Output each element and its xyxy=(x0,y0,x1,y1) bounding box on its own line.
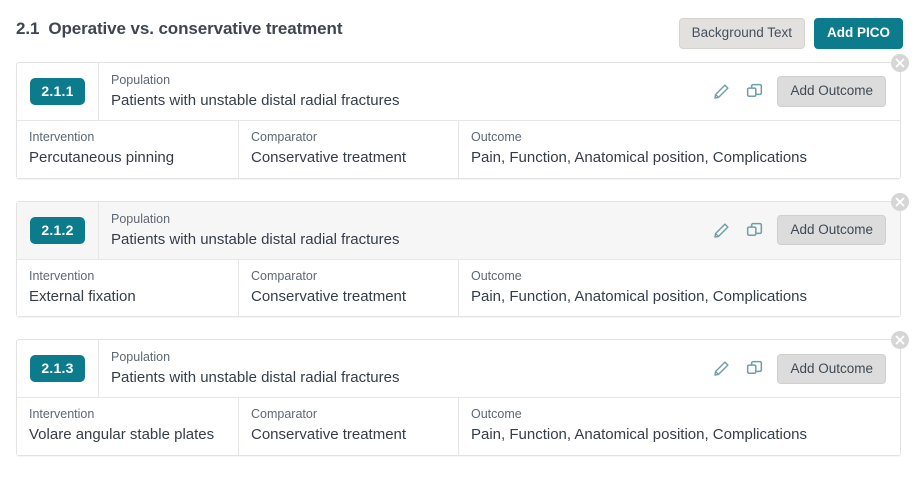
close-icon[interactable] xyxy=(891,54,909,72)
population-label: Population xyxy=(111,73,171,87)
pico-list: 2.1.1 Population Patients with unstable … xyxy=(0,54,917,456)
population-value: Patients with unstable distal radial fra… xyxy=(111,91,400,109)
intervention-value: Volare angular stable plates xyxy=(29,426,215,444)
comparator-cell[interactable]: Comparator Conservative treatment xyxy=(239,398,459,455)
add-outcome-button[interactable]: Add Outcome xyxy=(777,353,886,384)
population-label: Population xyxy=(111,350,171,365)
comparator-label: Comparator xyxy=(251,130,317,144)
population-value: Patients with unstable distal radial fra… xyxy=(111,369,400,387)
intervention-label: Intervention xyxy=(29,130,95,144)
comparator-value: Conservative treatment xyxy=(251,148,407,166)
pico-card: 2.1.2 Population Patients with unstable … xyxy=(16,192,909,318)
comparator-label: Comparator xyxy=(251,268,317,283)
intervention-cell[interactable]: Intervention Volare angular stable plate… xyxy=(17,398,239,455)
add-pico-button[interactable]: Add PICO xyxy=(814,18,903,49)
population-cell[interactable]: Population Patients with unstable distal… xyxy=(99,63,701,120)
pencil-icon[interactable] xyxy=(711,220,732,241)
comparator-value: Conservative treatment xyxy=(251,426,407,444)
pico-header-row: 2.1.2 Population Patients with unstable … xyxy=(17,201,900,260)
page-title: 2.1 Operative vs. conservative treatment xyxy=(16,19,342,39)
pico-number-badge: 2.1.3 xyxy=(30,355,85,383)
outcome-value: Pain, Function, Anatomical position, Com… xyxy=(471,148,808,166)
section-title-text: Operative vs. conservative treatment xyxy=(48,19,343,38)
pencil-icon[interactable] xyxy=(711,358,732,379)
comparator-label: Comparator xyxy=(251,407,317,422)
pencil-icon[interactable] xyxy=(711,81,732,102)
pico-card: 2.1.1 Population Patients with unstable … xyxy=(16,54,909,179)
outcome-label: Outcome xyxy=(471,130,522,144)
intervention-label: Intervention xyxy=(29,268,95,283)
intervention-label: Intervention xyxy=(29,407,95,422)
pico-number-badge: 2.1.2 xyxy=(30,216,85,244)
section-number: 2.1 xyxy=(16,19,40,38)
pico-body-row: Intervention Percutaneous pinning Compar… xyxy=(17,121,900,178)
outcome-cell[interactable]: Outcome Pain, Function, Anatomical posit… xyxy=(459,260,900,317)
population-cell[interactable]: Population Patients with unstable distal… xyxy=(99,340,701,397)
population-cell[interactable]: Population Patients with unstable distal… xyxy=(99,202,701,259)
pico-badge-cell: 2.1.2 xyxy=(17,201,99,259)
pico-badge-cell: 2.1.3 xyxy=(17,340,99,398)
intervention-cell[interactable]: Intervention Percutaneous pinning xyxy=(17,121,239,178)
pico-row-actions: Add Outcome xyxy=(701,202,900,259)
comparator-cell[interactable]: Comparator Conservative treatment xyxy=(239,259,459,317)
outcome-value: Pain, Function, Anatomical position, Com… xyxy=(471,426,808,444)
pico-body-row: Intervention Volare angular stable plate… xyxy=(17,398,900,455)
outcome-label: Outcome xyxy=(471,268,522,283)
intervention-value: External fixation xyxy=(29,287,136,305)
page-header: 2.1 Operative vs. conservative treatment … xyxy=(0,0,917,62)
close-icon[interactable] xyxy=(891,331,909,350)
intervention-cell[interactable]: Intervention External fixation xyxy=(17,259,239,317)
intervention-value: Percutaneous pinning xyxy=(29,148,175,166)
pico-row-actions: Add Outcome xyxy=(701,63,900,120)
duplicate-icon[interactable] xyxy=(744,220,765,241)
pico-body-row: Intervention External fixation Comparato… xyxy=(17,259,900,317)
outcome-value: Pain, Function, Anatomical position, Com… xyxy=(471,287,808,305)
close-icon[interactable] xyxy=(891,192,909,211)
outcome-label: Outcome xyxy=(471,407,522,422)
pico-number-badge: 2.1.1 xyxy=(30,78,85,105)
pico-header-row: 2.1.3 Population Patients with unstable … xyxy=(17,340,900,399)
duplicate-icon[interactable] xyxy=(744,358,765,379)
outcome-cell[interactable]: Outcome Pain, Function, Anatomical posit… xyxy=(459,121,900,178)
outcome-cell[interactable]: Outcome Pain, Function, Anatomical posit… xyxy=(459,398,900,455)
add-outcome-button[interactable]: Add Outcome xyxy=(777,214,886,246)
pico-badge-cell: 2.1.1 xyxy=(17,63,99,120)
add-outcome-button[interactable]: Add Outcome xyxy=(777,76,886,107)
background-text-button[interactable]: Background Text xyxy=(678,18,805,49)
pico-header-row: 2.1.1 Population Patients with unstable … xyxy=(17,63,900,121)
population-value: Patients with unstable distal radial fra… xyxy=(111,230,400,248)
population-label: Population xyxy=(111,211,171,226)
pico-card: 2.1.3 Population Patients with unstable … xyxy=(16,331,909,456)
header-actions: Background Text Add PICO xyxy=(678,18,903,49)
comparator-value: Conservative treatment xyxy=(251,287,407,305)
pico-row-actions: Add Outcome xyxy=(701,340,900,397)
comparator-cell[interactable]: Comparator Conservative treatment xyxy=(239,121,459,178)
duplicate-icon[interactable] xyxy=(744,81,765,102)
